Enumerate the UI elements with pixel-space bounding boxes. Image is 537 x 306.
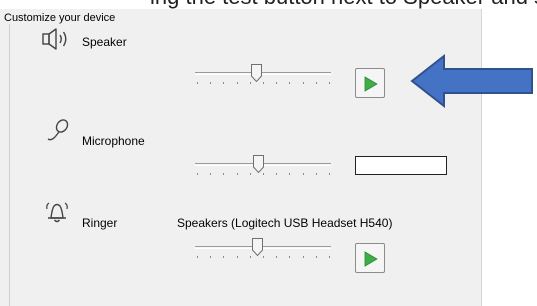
left-arrow-annotation — [410, 54, 533, 108]
slider-track — [195, 72, 331, 75]
slider-ticks — [197, 256, 330, 258]
bell-icon — [43, 200, 71, 231]
slider-thumb[interactable] — [252, 238, 263, 256]
clipped-heading: ing the test button next to Speaker and … — [0, 0, 537, 9]
slider-thumb[interactable] — [251, 64, 262, 82]
microphone-volume-slider[interactable] — [195, 152, 331, 182]
slider-ticks — [197, 82, 330, 84]
microphone-label: Microphone — [82, 134, 145, 148]
play-icon — [364, 251, 378, 267]
ringer-test-play-button[interactable] — [355, 243, 385, 273]
microphone-level-meter — [355, 156, 447, 175]
play-icon — [364, 76, 378, 92]
microphone-icon — [45, 118, 71, 149]
slider-thumb[interactable] — [253, 155, 264, 173]
speaker-volume-slider[interactable] — [195, 61, 331, 91]
speaker-icon — [42, 26, 72, 57]
ringer-label: Ringer — [82, 216, 118, 230]
clipped-heading-text: ing the test button next to Speaker and … — [150, 0, 537, 9]
slider-ticks — [197, 173, 330, 175]
ringer-volume-slider[interactable] — [195, 235, 331, 265]
group-divider — [9, 24, 10, 306]
speaker-label: Speaker — [82, 35, 127, 49]
panel-title: Customize your device — [4, 12, 116, 24]
ringer-device-name: Speakers (Logitech USB Headset H540) — [177, 216, 393, 230]
speaker-test-play-button[interactable] — [355, 68, 385, 98]
slider-track — [195, 246, 331, 249]
